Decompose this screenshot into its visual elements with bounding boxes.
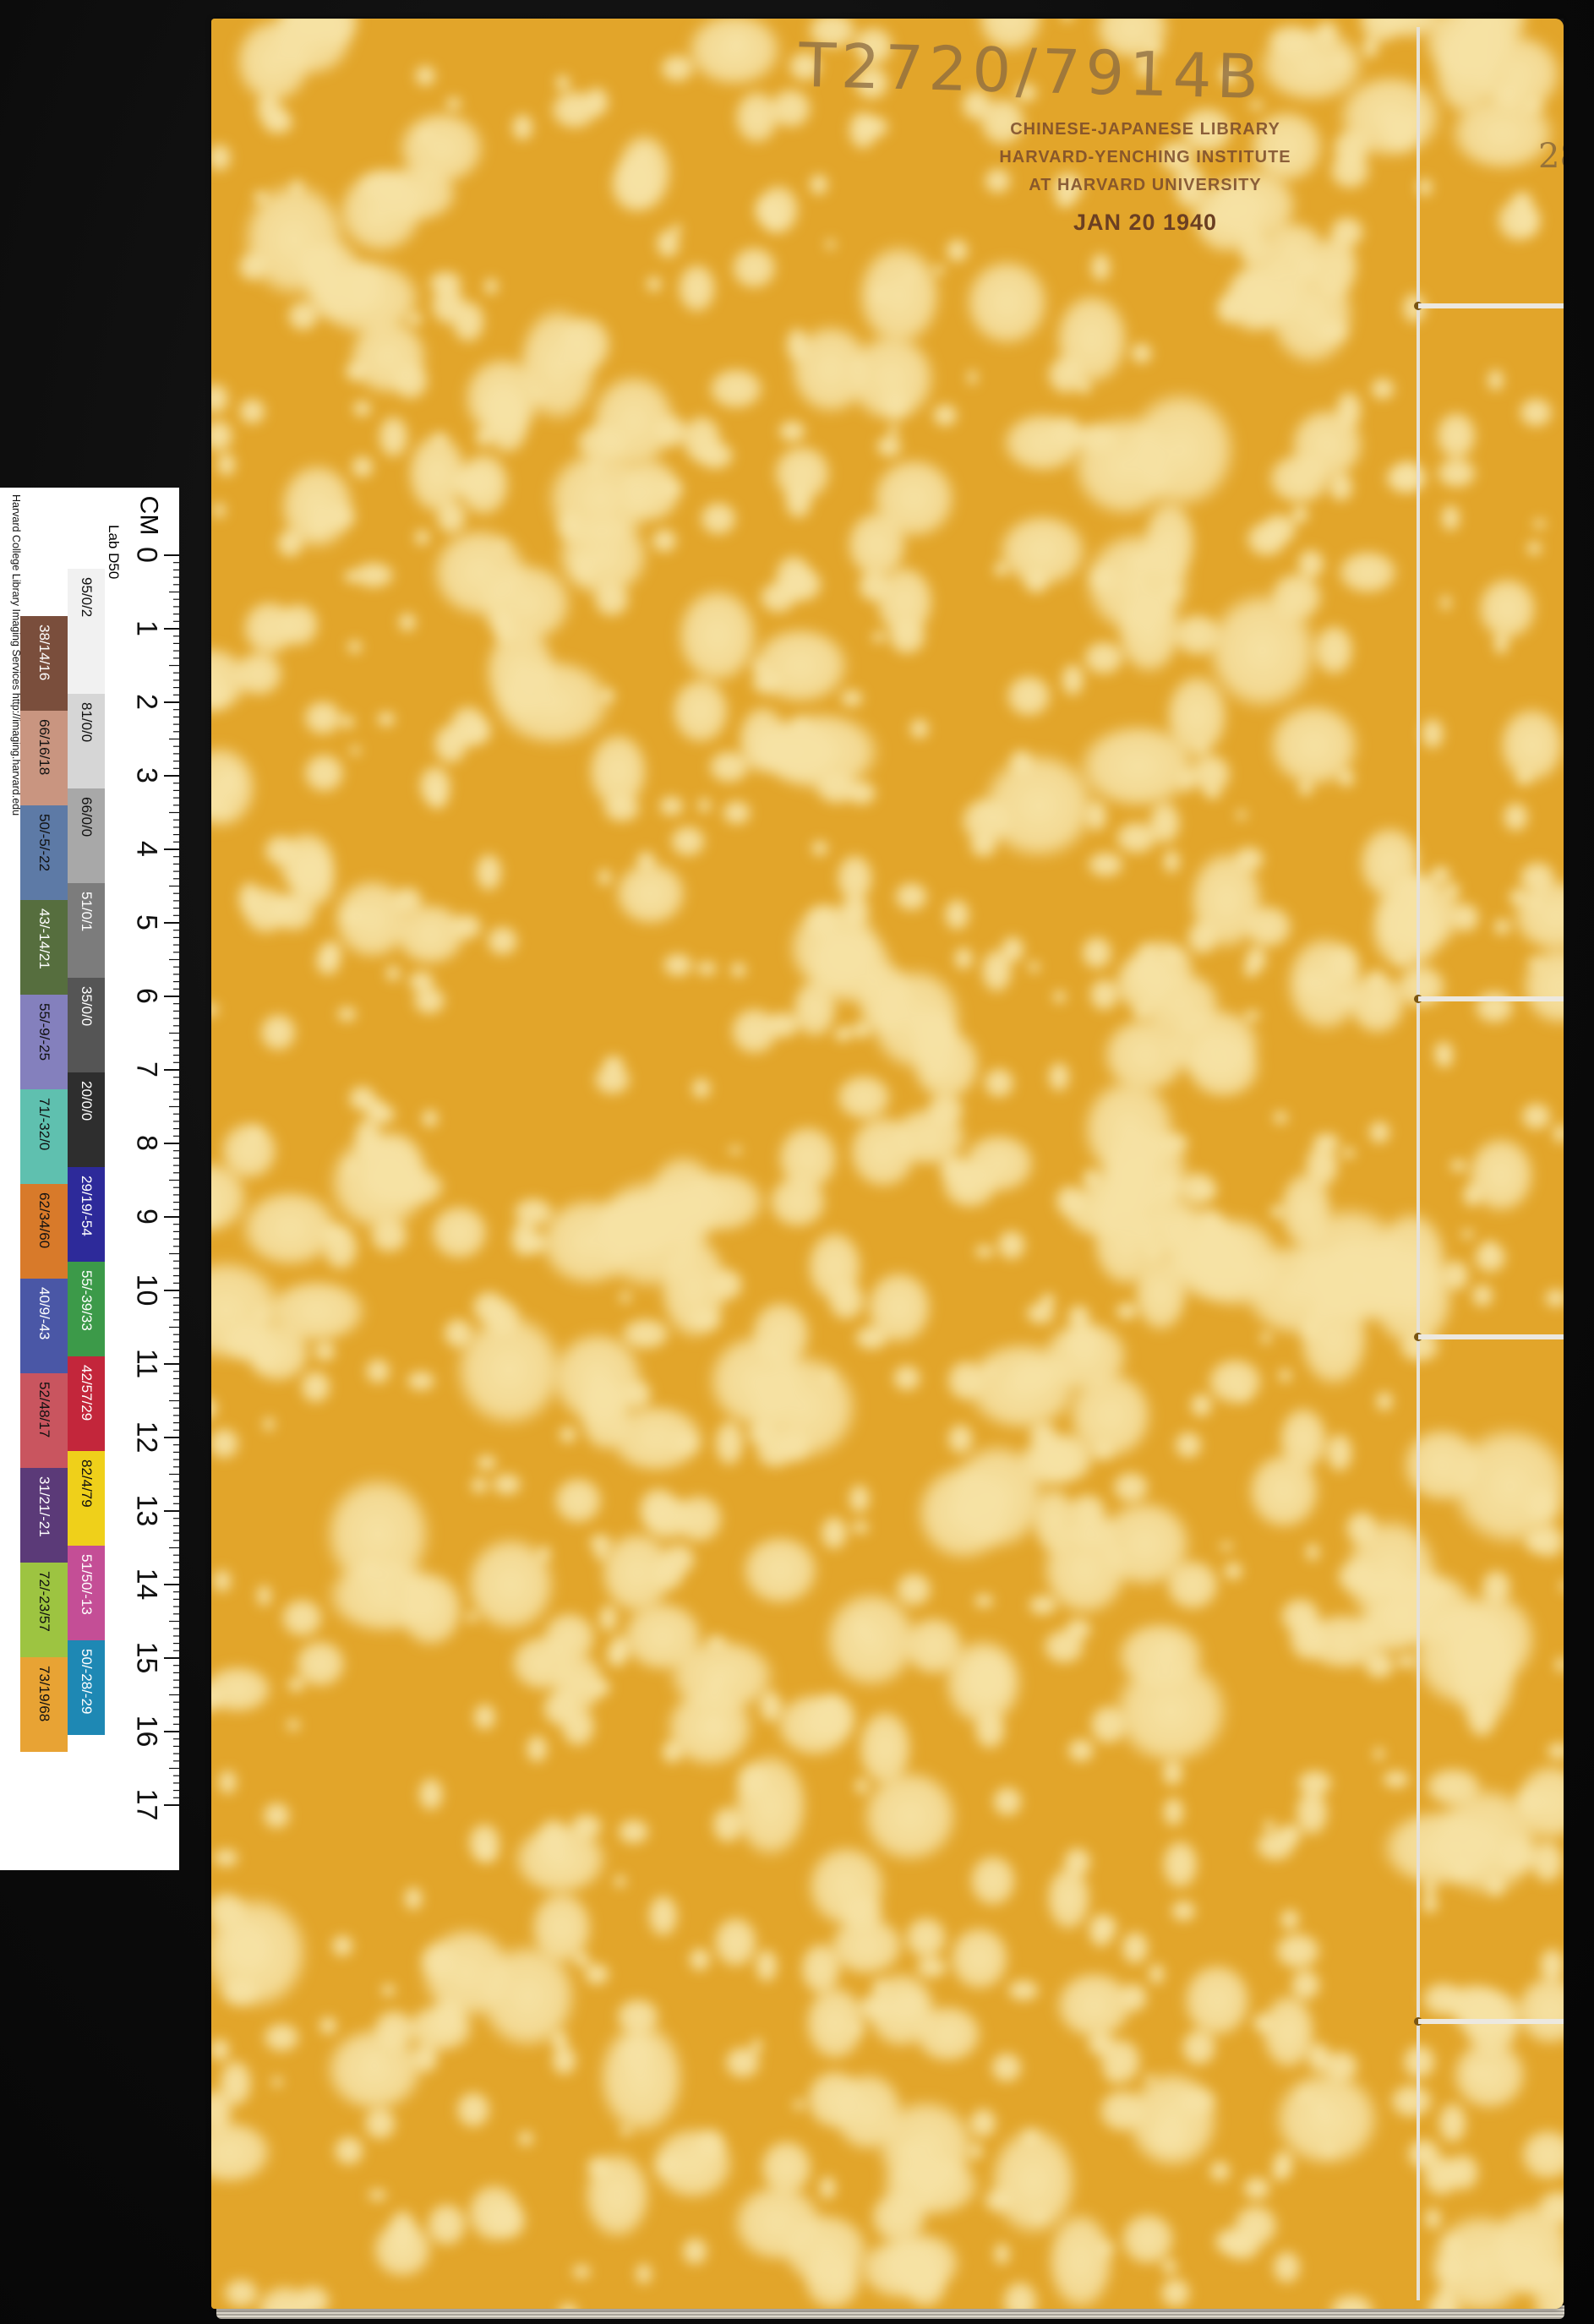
cm-scale-number: 16: [130, 1715, 163, 1748]
cm-scale-number: 10: [130, 1274, 163, 1307]
stamp-date: JAN 20 1940: [1073, 210, 1218, 235]
call-number: T2720/7914B: [797, 29, 1265, 113]
stamp-line: CHINESE-JAPANESE LIBRARY: [1010, 120, 1280, 139]
cm-scale-number: 6: [130, 988, 163, 1004]
stamp-line: AT HARVARD UNIVERSITY: [1029, 176, 1262, 194]
cm-scale-number: 9: [130, 1208, 163, 1225]
library-stamp: CHINESE-JAPANESE LIBRARY HARVARD-YENCHIN…: [947, 116, 1344, 238]
marbled-cover-pattern: [211, 19, 1564, 2309]
cm-scale-number: 13: [130, 1494, 163, 1527]
cm-scale-number: 0: [130, 547, 163, 563]
cm-unit-label: CM: [134, 495, 163, 536]
cm-scale-number: 1: [130, 620, 163, 636]
book: T2720/7914B CHINESE-JAPANESE LIBRARY HAR…: [211, 19, 1564, 2319]
cm-scale-number: 15: [130, 1641, 163, 1674]
stamp-line: HARVARD-YENCHING INSTITUTE: [999, 148, 1291, 166]
color-calibration-target: Harvard College Library Imaging Services…: [0, 488, 179, 1870]
cm-scale-number: 14: [130, 1568, 163, 1601]
cm-scale-number: 4: [130, 841, 163, 857]
cm-scale-number: 8: [130, 1135, 163, 1151]
cm-scale-number: 17: [130, 1788, 163, 1821]
cm-scale-number: 12: [130, 1421, 163, 1454]
cm-scale-number: 7: [130, 1061, 163, 1077]
cm-scale-number: 5: [130, 914, 163, 930]
book-cover: T2720/7914B CHINESE-JAPANESE LIBRARY HAR…: [211, 19, 1564, 2309]
cm-scale-number: 3: [130, 767, 163, 783]
volume-number: 28: [1538, 137, 1564, 176]
cm-scale-number: 11: [130, 1348, 163, 1379]
cm-scale-number: 2: [130, 694, 163, 710]
